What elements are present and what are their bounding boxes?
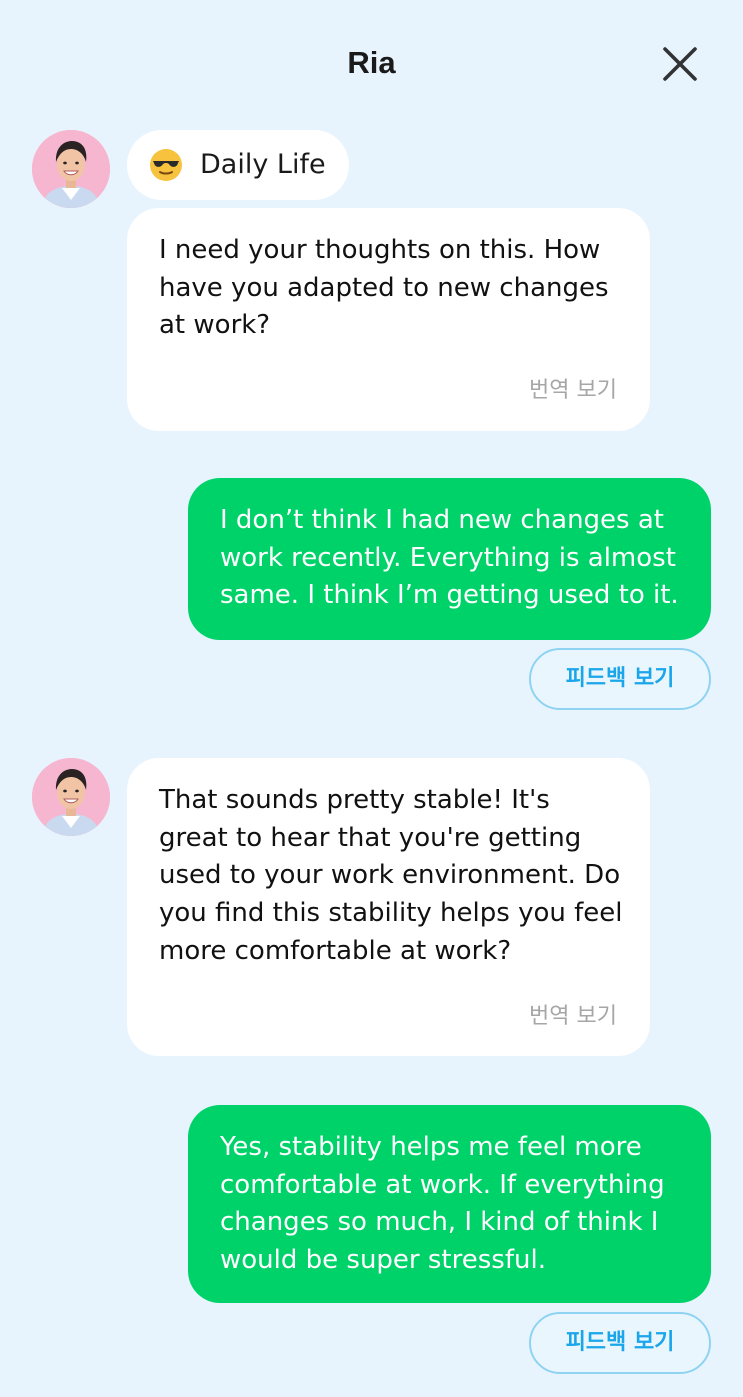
close-button[interactable] <box>656 40 704 88</box>
ai-message-bubble: I need your thoughts on this. How have y… <box>127 208 650 431</box>
message-text: I don’t think I had new changes at work … <box>220 505 679 611</box>
topic-chip: Daily Life <box>127 130 349 200</box>
sunglasses-emoji-icon <box>149 148 183 182</box>
feedback-button[interactable]: 피드백 보기 <box>529 1312 711 1374</box>
user-message-bubble: Yes, stability helps me feel more comfor… <box>188 1105 711 1303</box>
translate-button[interactable]: 번역 보기 <box>529 372 617 404</box>
close-icon <box>663 47 697 81</box>
ria-avatar-icon <box>32 758 110 836</box>
feedback-button[interactable]: 피드백 보기 <box>529 648 711 710</box>
avatar[interactable] <box>32 130 110 208</box>
page-title: Ria <box>347 45 396 80</box>
translate-button[interactable]: 번역 보기 <box>529 998 617 1030</box>
avatar[interactable] <box>32 758 110 836</box>
message-text: I need your thoughts on this. How have y… <box>159 235 609 341</box>
ria-avatar-icon <box>32 130 110 208</box>
user-message-bubble: I don’t think I had new changes at work … <box>188 478 711 640</box>
chat-header: Ria <box>0 0 743 126</box>
ai-message-bubble: That sounds pretty stable! It's great to… <box>127 758 650 1056</box>
message-text: Yes, stability helps me feel more comfor… <box>220 1132 665 1276</box>
message-text: That sounds pretty stable! It's great to… <box>159 785 623 966</box>
topic-label: Daily Life <box>200 149 326 180</box>
